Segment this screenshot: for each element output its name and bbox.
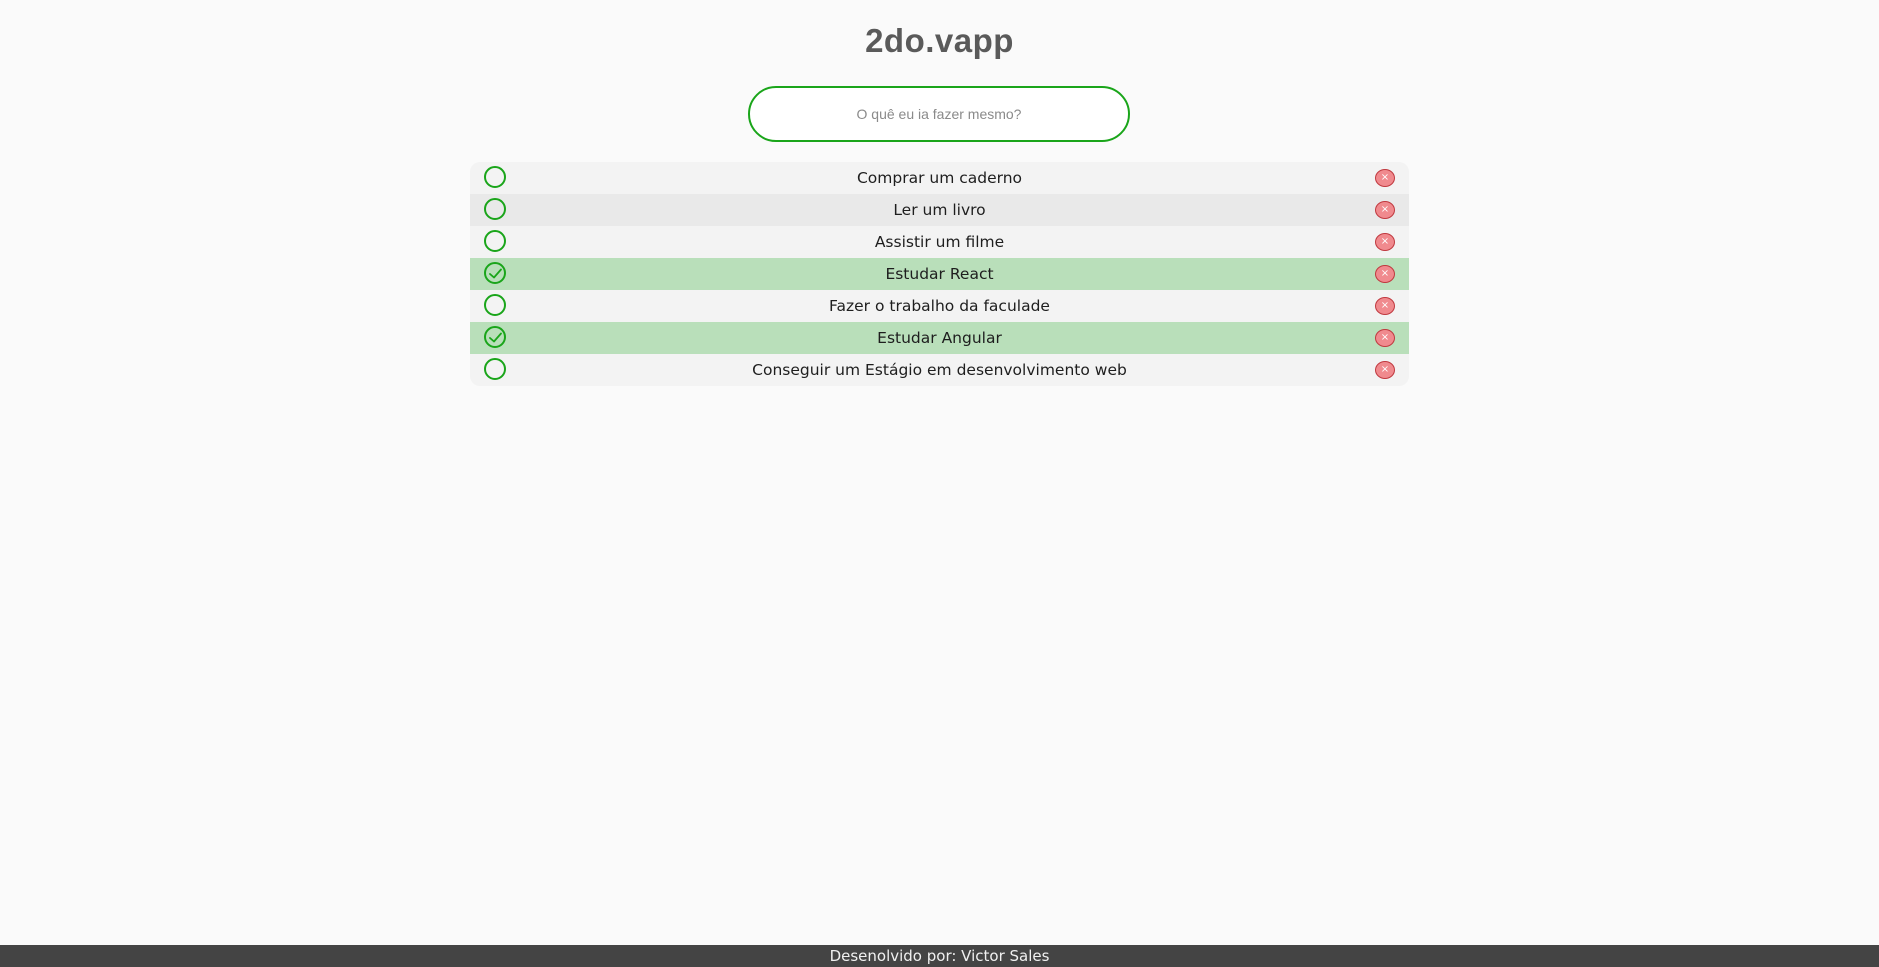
task-row: Comprar um caderno × [470,162,1409,194]
close-icon: × [1380,364,1390,375]
circle-outline-icon[interactable] [484,198,506,220]
task-label: Estudar Angular [877,329,1002,347]
check-circle-icon[interactable] [484,326,506,348]
app-page: 2do.vapp Comprar um caderno×Ler um livro… [0,0,1879,967]
footer: Desenolvido por: Victor Sales [0,945,1879,967]
close-icon: × [1380,300,1390,311]
close-icon: × [1380,172,1390,183]
new-task-form [748,86,1130,142]
circle-outline-icon[interactable] [484,230,506,252]
task-row: Estudar React × [470,258,1409,290]
delete-task-button[interactable]: × [1375,201,1395,219]
close-icon: × [1380,268,1390,279]
task-label: Comprar um caderno [856,169,1023,187]
delete-task-button[interactable]: × [1375,329,1395,347]
delete-task-button[interactable]: × [1375,361,1395,379]
new-task-input[interactable] [748,86,1130,142]
check-circle-icon[interactable] [484,262,506,284]
task-label: Conseguir um Estágio em desenvolvimento … [752,361,1127,379]
app-title: 2do.vapp [865,22,1014,59]
circle-outline-icon[interactable] [484,358,506,380]
task-row: Estudar Angular × [470,322,1409,354]
close-icon: × [1380,236,1390,247]
task-list: Comprar um caderno × Ler um livro × Assistir… [470,162,1409,386]
delete-task-button[interactable]: × [1375,265,1395,283]
task-row: Fazer o trabalho da faculade × [470,290,1409,322]
task-label: Estudar React [885,265,994,283]
task-row: Ler um livro × [470,194,1409,226]
task-row: Assistir um filme × [470,226,1409,258]
delete-task-button[interactable]: × [1375,297,1395,315]
task-label: Fazer o trabalho da faculade [829,297,1050,315]
close-icon: × [1380,332,1390,343]
delete-task-button[interactable]: × [1375,233,1395,251]
task-label: Assistir um filme [874,233,1005,251]
task-row: Conseguir um Estágio em desenvolvimento … [470,354,1409,386]
close-icon: × [1380,204,1390,215]
delete-task-button[interactable]: × [1375,169,1395,187]
circle-outline-icon[interactable] [484,166,506,188]
task-label: Ler um livro [893,201,986,219]
circle-outline-icon[interactable] [484,294,506,316]
